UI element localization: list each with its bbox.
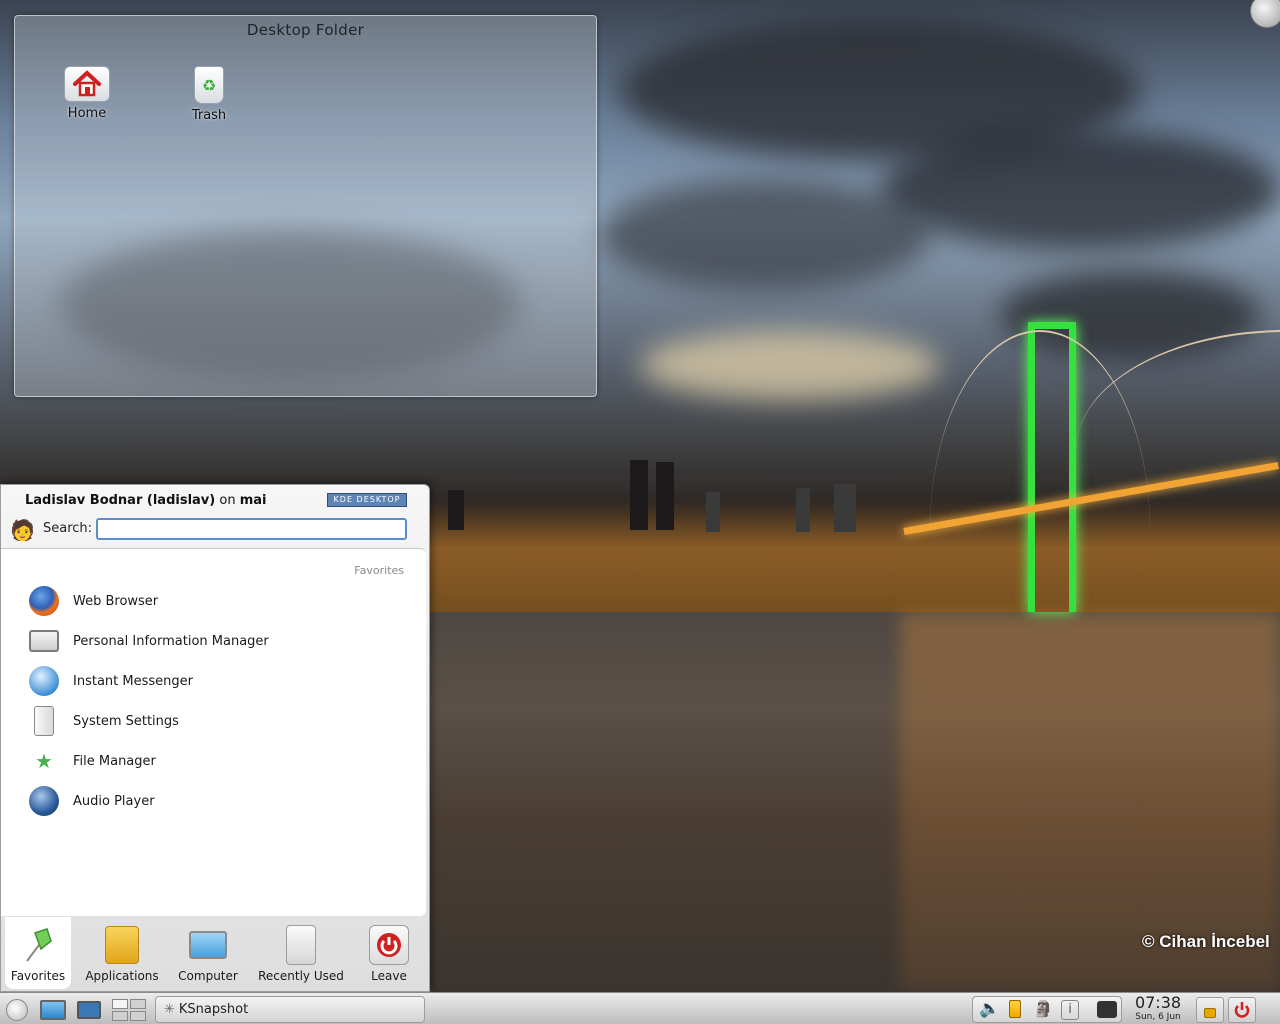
- favorite-web-browser[interactable]: Web Browser: [25, 582, 405, 620]
- kde-menu-icon: [6, 999, 28, 1021]
- tab-leave[interactable]: Leave: [361, 917, 417, 989]
- power-icon: [1234, 1002, 1250, 1018]
- lock-icon: [1204, 1008, 1216, 1018]
- tab-label: Computer: [178, 969, 238, 983]
- tab-computer[interactable]: Computer: [173, 917, 243, 989]
- favorite-label: Personal Information Manager: [73, 633, 269, 649]
- volume-icon[interactable]: 🔈: [979, 999, 1000, 1019]
- favorite-label: Instant Messenger: [73, 673, 193, 689]
- favorite-personal-information-manager[interactable]: Personal Information Manager: [25, 622, 405, 660]
- desktop-icon-home[interactable]: Home: [45, 66, 129, 121]
- pager-icon: [112, 999, 146, 1021]
- desktop-folder-widget: Desktop Folder Home ♻ Trash: [14, 15, 597, 397]
- clock-date: Sun, 6 Jun: [1135, 1012, 1181, 1022]
- info-icon[interactable]: i: [1061, 1000, 1079, 1020]
- folder-title: Desktop Folder: [246, 21, 365, 39]
- home-icon: [64, 66, 110, 102]
- monitor-icon: [77, 1001, 101, 1019]
- computer-icon: [188, 923, 228, 967]
- tab-label: Leave: [371, 969, 407, 983]
- search-label: Search:: [43, 521, 93, 536]
- favorite-label: File Manager: [73, 753, 156, 769]
- favorite-file-manager[interactable]: ★ File Manager: [25, 742, 405, 780]
- favorite-label: Web Browser: [73, 593, 159, 609]
- user-name: Ladislav Bodnar (ladislav): [25, 493, 216, 508]
- applications-icon: [102, 923, 142, 967]
- tab-label: Applications: [85, 969, 159, 983]
- battery-icon[interactable]: [1009, 1000, 1021, 1018]
- task-label: KSnapshot: [178, 1002, 249, 1017]
- search-input[interactable]: [96, 518, 407, 540]
- desktop-icon-trash[interactable]: ♻ Trash: [167, 66, 251, 123]
- favorite-audio-player[interactable]: Audio Player: [25, 782, 405, 820]
- kopete-icon: [25, 663, 63, 699]
- user-on-text: on: [219, 493, 236, 508]
- settings-icon: [25, 703, 63, 739]
- kontact-icon: [25, 623, 63, 659]
- tab-favorites[interactable]: Favorites: [5, 917, 71, 989]
- taskbar-item-ksnapshot[interactable]: ✳ KSnapshot: [155, 996, 425, 1023]
- clock-time: 07:38: [1134, 993, 1182, 1012]
- pushpin-icon: [18, 923, 58, 967]
- favorite-instant-messenger[interactable]: Instant Messenger: [25, 662, 405, 700]
- digital-clock[interactable]: 07:38 Sun, 6 Jun: [1124, 993, 1192, 1024]
- launcher-tabs: Favorites Applications Computer Recently…: [1, 917, 431, 993]
- tab-label: Recently Used: [258, 969, 344, 983]
- pager[interactable]: [108, 997, 150, 1023]
- desktop-icon-label: Trash: [191, 108, 227, 123]
- kde-logo: KDE DESKTOP: [327, 493, 407, 507]
- favorite-label: Audio Player: [73, 793, 155, 809]
- power-icon: [369, 923, 409, 967]
- user-avatar: 🧑: [10, 518, 35, 542]
- section-title: Favorites: [354, 564, 404, 577]
- wallpaper-credit: © Cihan İncebel: [1142, 932, 1270, 951]
- favorite-label: System Settings: [73, 713, 179, 729]
- trash-icon: ♻: [194, 66, 224, 104]
- tab-recently-used[interactable]: Recently Used: [255, 917, 347, 989]
- favorites-list: Favorites Web Browser Personal Informati…: [1, 548, 426, 916]
- firefox-icon: [25, 583, 63, 619]
- spinner-icon: ✳: [164, 1002, 175, 1017]
- host-name: mai: [239, 493, 267, 508]
- desktop-icon-label: Home: [67, 106, 107, 121]
- application-launcher-button[interactable]: [4, 997, 30, 1023]
- amarok-icon: [25, 783, 63, 819]
- system-tray: 🔈 🗿 i: [972, 996, 1122, 1023]
- bottom-panel: ✳ KSnapshot 🔈 🗿 i 07:38 Sun, 6 Jun: [0, 992, 1280, 1024]
- tab-applications[interactable]: Applications: [83, 917, 161, 989]
- show-desktop-button[interactable]: [36, 997, 70, 1023]
- klipper-icon[interactable]: 🗿: [1033, 999, 1053, 1018]
- favorite-system-settings[interactable]: System Settings: [25, 702, 405, 740]
- recently-used-icon: [281, 923, 321, 967]
- desktop-icon: [40, 1000, 66, 1020]
- logout-button[interactable]: [1228, 997, 1256, 1023]
- device-notifier-icon[interactable]: [1097, 1001, 1117, 1018]
- system-monitor-button[interactable]: [74, 997, 104, 1023]
- lock-screen-button[interactable]: [1196, 997, 1224, 1023]
- application-launcher-menu: Ladislav Bodnar (ladislav) on mai KDE DE…: [0, 484, 430, 992]
- user-header: Ladislav Bodnar (ladislav) on mai: [25, 493, 266, 508]
- tab-label: Favorites: [10, 969, 66, 983]
- dolphin-icon: ★: [35, 749, 53, 773]
